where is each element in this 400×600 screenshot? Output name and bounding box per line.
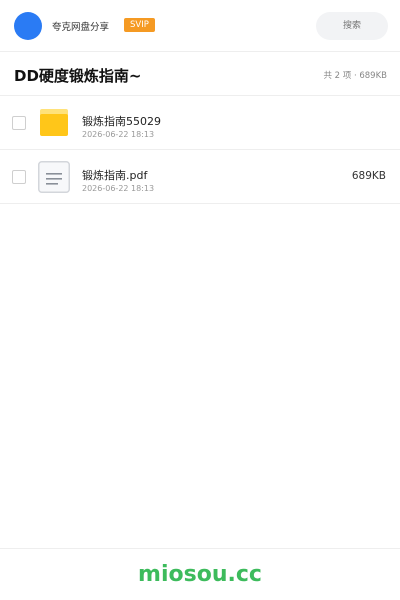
svip-badge: SVIP — [124, 18, 155, 32]
header: 夸克网盘分享 SVIP — [0, 0, 400, 52]
page-title: DD硬度锻炼指南~ — [14, 67, 142, 85]
app-name: 夸克网盘分享 — [52, 22, 110, 33]
select-checkbox[interactable] — [12, 170, 26, 184]
select-checkbox[interactable] — [12, 116, 26, 130]
document-icon — [38, 161, 70, 193]
file-size: 689KB — [351, 170, 386, 182]
file-date: 2026-06-22 18:13 — [82, 130, 155, 139]
file-name[interactable]: 锻炼指南55029 — [82, 113, 161, 129]
share-page: 夸克网盘分享 SVIP DD硬度锻炼指南~ 共 2 项 · 689KB 锻炼指南… — [0, 0, 400, 600]
list-item[interactable]: 锻炼指南.pdf 2026-06-22 18:13 689KB — [0, 150, 400, 204]
list-item[interactable]: 锻炼指南55029 2026-06-22 18:13 — [0, 96, 400, 150]
footer: miosou.cc — [0, 548, 400, 600]
site-brand[interactable]: miosou.cc — [0, 562, 400, 587]
search-input[interactable] — [316, 12, 388, 40]
folder-summary: 共 2 项 · 689KB — [323, 71, 387, 81]
file-name[interactable]: 锻炼指南.pdf — [82, 167, 147, 183]
folder-titlebar: DD硬度锻炼指南~ 共 2 项 · 689KB — [0, 53, 400, 96]
folder-icon — [40, 109, 68, 136]
avatar[interactable] — [14, 12, 42, 40]
file-date: 2026-06-22 18:13 — [82, 184, 155, 193]
file-list: 锻炼指南55029 2026-06-22 18:13 锻炼指南.pdf 2026… — [0, 96, 400, 204]
